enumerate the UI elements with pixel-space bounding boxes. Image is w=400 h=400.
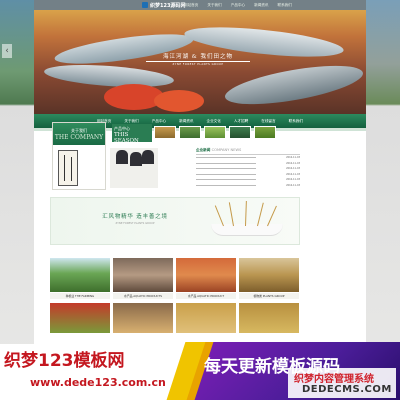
product-image [50, 258, 110, 292]
logo-text: 织梦123源码网 [150, 2, 186, 9]
hero-slogan: 海江河湖 & 我们田之物 ZYNE FOREST PLANTS GROUP [146, 52, 250, 66]
product-card[interactable] [50, 303, 110, 333]
hero-slogan-en: ZYNE FOREST PLANTS GROUP [146, 61, 250, 66]
product-card[interactable]: 种植业 THE FARMING [50, 258, 110, 300]
product-image [239, 303, 299, 333]
news-header: 企业新闻 COMPANY NEWS [196, 148, 300, 155]
product-caption: 水产品 AQUATIC PRODUCT [176, 293, 236, 299]
grain-bowl-image [211, 224, 283, 236]
product-thumbs [154, 126, 276, 139]
banner-slogan: 汇风物精华 造丰善之境 ZYNE FOREST PLANTS GROUP [85, 212, 185, 225]
about-title-en: THE COMPANY [54, 134, 104, 141]
products-title-en: THIS SEASON [114, 132, 139, 144]
site-logo[interactable]: 织梦123源码网 [142, 1, 185, 9]
product-card[interactable]: 水产品 AQUATIC PRODUCT [176, 258, 236, 300]
product-card[interactable] [113, 303, 173, 333]
product-thumb[interactable] [179, 126, 201, 139]
news-panel: 企业新闻 COMPANY NEWS 2016-11-03 2016-11-03 … [196, 148, 300, 190]
product-image [113, 303, 173, 333]
watermark-left: 织梦123模板网 www.dede123.com.cn [0, 344, 190, 400]
person-image [116, 150, 128, 164]
badge-title: 织梦内容管理系统 [294, 374, 374, 385]
logo-mark-icon [142, 2, 148, 8]
top-nav-item[interactable]: 联系我们 [278, 1, 292, 9]
product-thumb[interactable] [204, 126, 226, 139]
about-box[interactable]: 关于我们 THE COMPANY [52, 122, 106, 190]
product-image [176, 258, 236, 292]
top-nav-item[interactable]: 产品中心 [231, 1, 245, 9]
outer-frame-right [366, 0, 400, 400]
about-header: 关于我们 THE COMPANY [53, 123, 105, 145]
person-image [142, 150, 154, 164]
calligraphy-image [58, 150, 78, 186]
banner-slogan-en: ZYNE FOREST PLANTS GROUP [115, 222, 155, 225]
badge-url: DEDECMS.COM [302, 384, 392, 395]
watermark-title: 织梦123模板网 [4, 351, 125, 371]
product-card[interactable] [176, 303, 236, 333]
chevron-left-icon[interactable]: ‹ [2, 44, 12, 58]
top-nav-item[interactable]: 新闻资讯 [254, 1, 268, 9]
top-nav: 网站首页 关于我们 产品中心 新闻资讯 联系我们 [184, 1, 292, 9]
grain-stalk [257, 202, 264, 227]
fish-image [154, 90, 204, 112]
top-bar: 织梦123源码网 网站首页 关于我们 产品中心 新闻资讯 联系我们 [34, 0, 366, 10]
product-caption: 植物类 PLANTS GROUP [239, 293, 299, 299]
watermark-url: www.dede123.com.cn [30, 376, 166, 389]
person-image [130, 152, 142, 166]
news-date: 2016-11-03 [286, 183, 300, 187]
product-caption: 种植业 THE FARMING [50, 293, 110, 299]
product-card[interactable]: 水产品 AQUATIC PRODUCTS [113, 258, 173, 300]
product-thumb[interactable] [254, 126, 276, 139]
dedecms-badge: 织梦内容管理系统 DEDECMS.COM [288, 368, 396, 398]
news-item[interactable]: 2016-11-03 [196, 183, 300, 189]
product-image [50, 303, 110, 333]
team-photo [110, 148, 158, 188]
product-thumb[interactable] [229, 126, 251, 139]
top-nav-item[interactable]: 关于我们 [207, 1, 221, 9]
banner-slogan-text: 汇风物精华 造丰善之境 [102, 214, 168, 220]
promo-banner[interactable]: 汇风物精华 造丰善之境 ZYNE FOREST PLANTS GROUP [50, 197, 300, 245]
hero-banner[interactable]: 海江河湖 & 我们田之物 ZYNE FOREST PLANTS GROUP [34, 10, 366, 114]
product-image [176, 303, 236, 333]
grain-stalk [228, 202, 234, 227]
product-image [239, 258, 299, 292]
product-caption: 水产品 AQUATIC PRODUCTS [113, 293, 173, 299]
news-title: 企业新闻 [196, 148, 211, 152]
products-strip: 产品中心 THIS SEASON [110, 122, 300, 144]
product-card[interactable] [239, 303, 299, 333]
grain-stalk [245, 200, 247, 227]
hero-slogan-text: 海江河湖 & 我们田之物 [163, 54, 233, 60]
top-nav-item[interactable]: 网站首页 [184, 1, 198, 9]
watermark-right: 每天更新模板源码 织梦内容管理系统 DEDECMS.COM [166, 342, 400, 400]
product-image [113, 258, 173, 292]
fish-image [222, 58, 366, 112]
news-title-en: COMPANY NEWS [211, 148, 242, 152]
product-thumb[interactable] [154, 126, 176, 139]
product-grid: 种植业 THE FARMING 水产品 AQUATIC PRODUCTS 水产品… [50, 258, 300, 333]
outer-frame-left [0, 0, 34, 400]
product-card[interactable]: 植物类 PLANTS GROUP [239, 258, 299, 300]
products-title[interactable]: 产品中心 THIS SEASON [112, 124, 152, 144]
